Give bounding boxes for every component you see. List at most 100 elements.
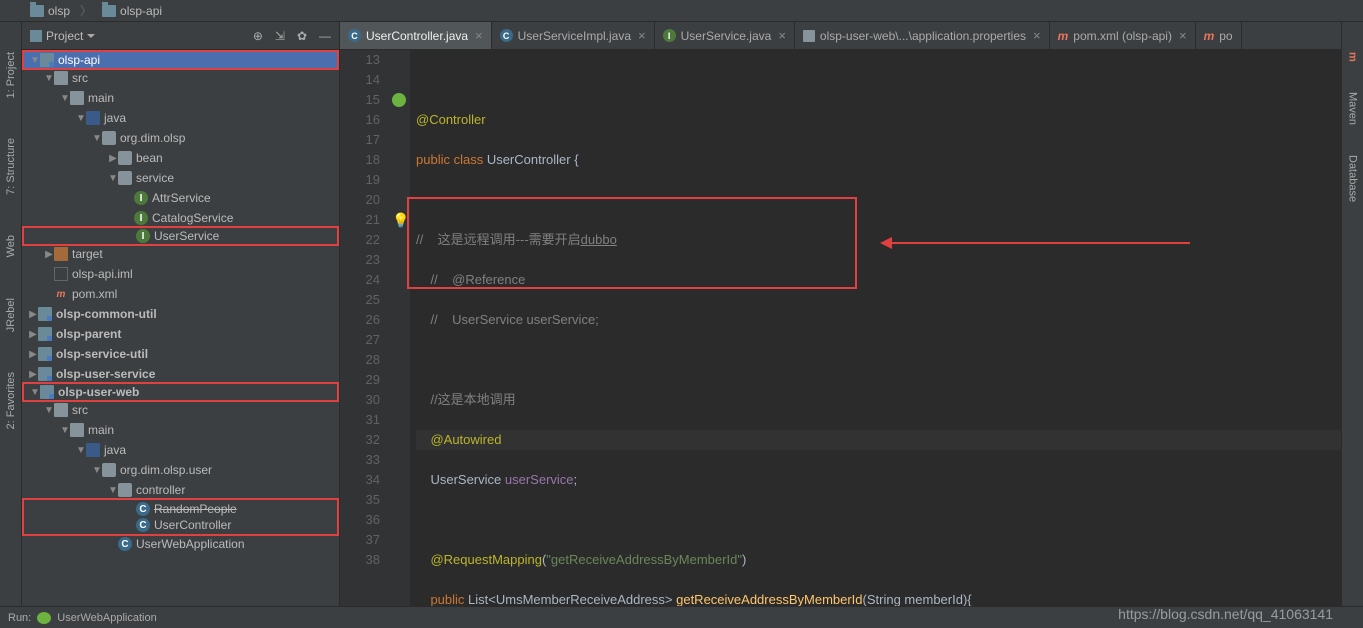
tab-structure[interactable]: 7: Structure (5, 138, 17, 195)
tree-node-package[interactable]: org.dim.olsp (22, 128, 339, 148)
tree-node-bean[interactable]: bean (22, 148, 339, 168)
left-tool-strip: 1: Project 7: Structure Web JRebel 2: Fa… (0, 22, 22, 628)
chevron-right-icon: 〉 (80, 2, 92, 19)
editor-body[interactable]: 1314151617181920212223242526272829303132… (340, 50, 1341, 606)
tab-favorites[interactable]: 2: Favorites (5, 372, 17, 429)
close-icon[interactable]: × (475, 28, 483, 43)
tree-node-user-web[interactable]: olsp-user-web (22, 382, 339, 402)
right-tool-strip: m Maven Database (1341, 22, 1363, 628)
package-icon (118, 151, 132, 165)
interface-icon: I (663, 29, 676, 42)
tree-node-service[interactable]: service (22, 168, 339, 188)
file-icon (54, 267, 68, 281)
tree-node-service-util[interactable]: olsp-service-util (22, 344, 339, 364)
tree-node-package[interactable]: org.dim.olsp.user (22, 460, 339, 480)
tree-node-user-web-app[interactable]: UserWebApplication (22, 534, 339, 554)
folder-icon (54, 403, 68, 417)
tree-node-olsp-api[interactable]: olsp-api (22, 50, 339, 70)
tree-node-java[interactable]: java (22, 440, 339, 460)
properties-icon (803, 30, 815, 42)
target-folder-icon (54, 247, 68, 261)
class-icon (118, 537, 132, 551)
tab-user-controller[interactable]: CUserController.java× (340, 22, 492, 49)
module-icon (38, 347, 52, 361)
tree-node-user-controller[interactable]: UserController (22, 516, 339, 536)
package-icon (118, 171, 132, 185)
bulb-icon[interactable]: 💡 (392, 213, 406, 227)
tree-node-common-util[interactable]: olsp-common-util (22, 304, 339, 324)
tab-user-service-impl[interactable]: CUserServiceImpl.java× (492, 22, 655, 49)
project-panel-header: Project ⊕ ⇲ ✿ — (22, 22, 339, 50)
interface-icon (134, 191, 148, 205)
src-folder-icon (86, 443, 100, 457)
run-label[interactable]: Run: (8, 612, 31, 624)
spring-icon (37, 612, 51, 624)
maven-icon (1204, 29, 1215, 43)
tab-app-properties[interactable]: olsp-user-web\...\application.properties… (795, 22, 1050, 49)
close-icon[interactable]: × (638, 28, 646, 43)
code-area[interactable]: @Controller public class UserController … (410, 50, 1341, 606)
navigation-bar: olsp 〉 olsp-api (0, 0, 1363, 22)
editor-panel: CUserController.java× CUserServiceImpl.j… (340, 22, 1341, 628)
gutter-icons: 💡 (390, 50, 410, 606)
watermark: https://blog.csdn.net/qq_41063141 (1118, 606, 1333, 622)
tab-project[interactable]: 1: Project (5, 52, 17, 98)
folder-icon (30, 5, 44, 17)
locate-icon[interactable]: ⊕ (253, 29, 263, 43)
interface-icon (134, 211, 148, 225)
tree-node-random-people[interactable]: RandomPeople (22, 498, 339, 518)
tree-node-target[interactable]: target (22, 244, 339, 264)
class-icon: C (500, 29, 513, 42)
module-icon (38, 327, 52, 341)
tab-overflow[interactable]: po (1196, 22, 1242, 49)
line-numbers: 1314151617181920212223242526272829303132… (340, 50, 390, 606)
tree-node-catalog-service[interactable]: CatalogService (22, 208, 339, 228)
tab-jrebel[interactable]: JRebel (5, 298, 17, 332)
tree-node-user-service[interactable]: UserService (22, 226, 339, 246)
project-tree[interactable]: olsp-api src main java org.dim.olsp bean… (22, 50, 339, 628)
tab-m[interactable]: m (1347, 52, 1359, 62)
chevron-down-icon (87, 34, 95, 38)
project-icon (30, 30, 42, 42)
collapse-icon[interactable]: ⇲ (275, 29, 285, 43)
close-icon[interactable]: × (778, 28, 786, 43)
run-config[interactable]: UserWebApplication (57, 612, 156, 624)
tab-maven[interactable]: Maven (1347, 92, 1359, 125)
tree-node-parent[interactable]: olsp-parent (22, 324, 339, 344)
close-icon[interactable]: × (1033, 28, 1041, 43)
settings-icon[interactable]: ✿ (297, 29, 307, 43)
tree-node-java[interactable]: java (22, 108, 339, 128)
tab-pom-xml[interactable]: pom.xml (olsp-api)× (1050, 22, 1196, 49)
hide-icon[interactable]: — (319, 29, 331, 43)
folder-icon (70, 423, 84, 437)
tree-node-controller[interactable]: controller (22, 480, 339, 500)
maven-icon (1058, 29, 1069, 43)
project-panel: Project ⊕ ⇲ ✿ — olsp-api src main java o… (22, 22, 340, 628)
tree-node-iml[interactable]: olsp-api.iml (22, 264, 339, 284)
class-icon (136, 502, 150, 516)
crumb-root: olsp (48, 4, 70, 18)
folder-icon (70, 91, 84, 105)
folder-icon (54, 71, 68, 85)
tab-web[interactable]: Web (5, 235, 17, 257)
tree-node-attr-service[interactable]: AttrService (22, 188, 339, 208)
class-icon (136, 518, 150, 532)
module-icon (38, 367, 52, 381)
maven-icon (54, 287, 68, 301)
module-icon (40, 53, 54, 67)
tree-node-src[interactable]: src (22, 400, 339, 420)
breadcrumb[interactable]: olsp 〉 olsp-api (30, 2, 162, 19)
tree-node-pom[interactable]: pom.xml (22, 284, 339, 304)
tree-node-user-service[interactable]: olsp-user-service (22, 364, 339, 384)
interface-icon (136, 229, 150, 243)
editor-tabs: CUserController.java× CUserServiceImpl.j… (340, 22, 1341, 50)
annotation-arrow (890, 242, 1190, 244)
tab-user-service[interactable]: IUserService.java× (655, 22, 795, 49)
spring-gutter-icon[interactable] (392, 93, 406, 107)
tab-database[interactable]: Database (1347, 155, 1359, 202)
project-panel-title[interactable]: Project (30, 29, 95, 43)
tree-node-main[interactable]: main (22, 88, 339, 108)
tree-node-src[interactable]: src (22, 68, 339, 88)
close-icon[interactable]: × (1179, 28, 1187, 43)
tree-node-main[interactable]: main (22, 420, 339, 440)
